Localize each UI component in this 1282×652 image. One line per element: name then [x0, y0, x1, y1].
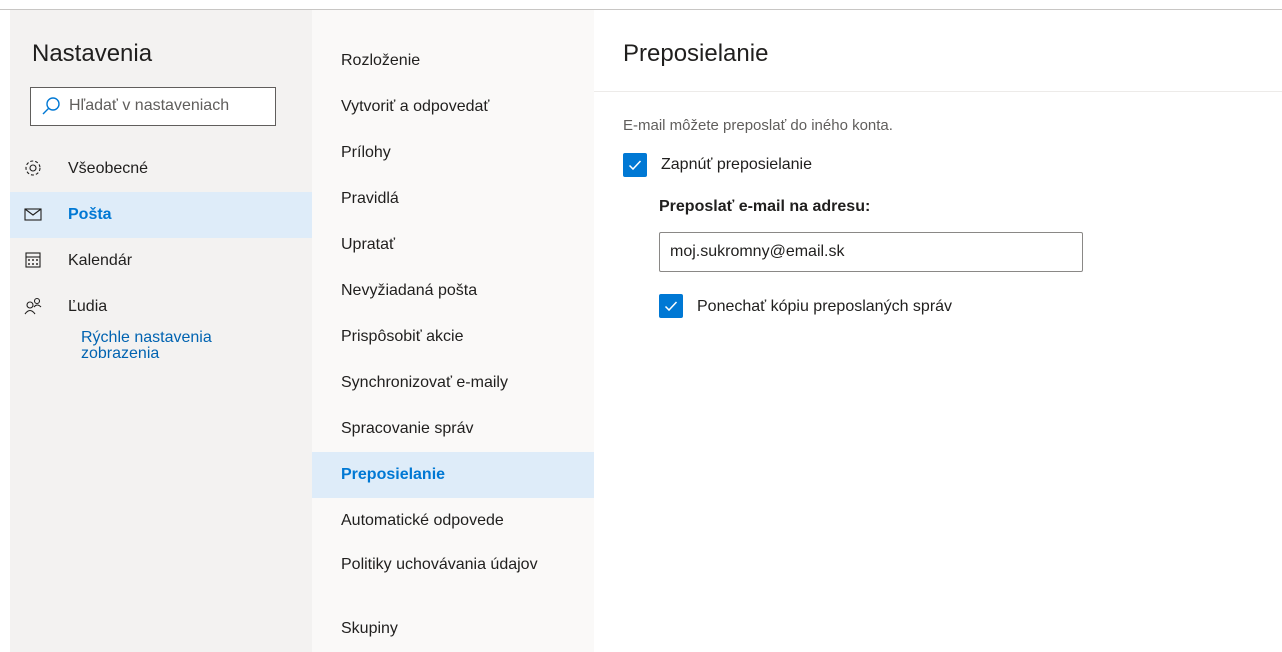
submenu-item-retention[interactable]: Politiky uchovávania údajov [312, 551, 594, 597]
settings-title: Nastavenia [32, 40, 153, 67]
submenu-item-junk[interactable]: Nevyžiadaná pošta [312, 268, 594, 314]
submenu-item-rules[interactable]: Pravidlá [312, 176, 594, 222]
submenu-item-label: Prílohy [341, 144, 391, 161]
submenu-item-label: Upratať [341, 236, 396, 253]
checkmark-icon [628, 160, 642, 171]
checkmark-icon [664, 301, 678, 312]
mail-icon [24, 208, 42, 221]
sidebar-item-mail[interactable]: Pošta [10, 192, 312, 238]
submenu-item-label: Vytvoriť a odpovedať [341, 98, 490, 115]
quick-settings-link[interactable]: Rýchle nastavenia zobrazenia [81, 330, 281, 362]
mail-settings-submenu: Rozloženie Vytvoriť a odpovedať Prílohy … [312, 10, 594, 652]
submenu-item-layout[interactable]: Rozloženie [312, 38, 594, 84]
gear-icon [25, 160, 41, 176]
submenu-item-label: Spracovanie správ [341, 420, 474, 437]
forward-to-label: Preposlať e-mail na adresu: [659, 198, 871, 215]
submenu-item-label: Politiky uchovávania údajov [341, 556, 538, 573]
forward-address-input[interactable] [659, 232, 1083, 272]
submenu-item-label: Pravidlá [341, 190, 399, 207]
submenu-item-sync[interactable]: Synchronizovať e-maily [312, 360, 594, 406]
submenu-item-message-handling[interactable]: Spracovanie správ [312, 406, 594, 452]
keep-copy-label[interactable]: Ponechať kópiu preposlaných správ [697, 298, 952, 316]
forwarding-description: E-mail môžete preposlať do iného konta. [623, 117, 893, 134]
submenu-item-groups[interactable]: Skupiny [312, 606, 594, 652]
settings-search-box[interactable]: Hľadať v nastaveniach [30, 87, 276, 126]
sidebar-item-general[interactable]: Všeobecné [10, 146, 312, 192]
submenu-item-label: Preposielanie [341, 466, 446, 483]
submenu-item-auto-replies[interactable]: Automatické odpovede [312, 498, 594, 544]
enable-forwarding-label[interactable]: Zapnúť preposielanie [661, 156, 812, 174]
submenu-item-attachments[interactable]: Prílohy [312, 130, 594, 176]
submenu-item-compose[interactable]: Vytvoriť a odpovedať [312, 84, 594, 130]
submenu-item-label: Synchronizovať e-maily [341, 374, 508, 391]
calendar-icon [25, 252, 41, 268]
sidebar-item-label: Ľudia [68, 298, 108, 315]
people-icon [24, 297, 42, 315]
title-divider [594, 91, 1282, 92]
submenu-item-forwarding[interactable]: Preposielanie [312, 452, 594, 498]
sidebar-item-label: Kalendár [68, 252, 133, 269]
submenu-item-label: Automatické odpovede [341, 512, 504, 529]
submenu-item-label: Prispôsobiť akcie [341, 328, 464, 345]
sidebar-item-calendar[interactable]: Kalendár [10, 238, 312, 284]
enable-forwarding-checkbox[interactable] [623, 153, 647, 177]
keep-copy-checkbox[interactable] [659, 294, 683, 318]
search-icon [42, 97, 60, 115]
page-title: Preposielanie [623, 40, 769, 67]
submenu-item-label: Rozloženie [341, 52, 421, 69]
submenu-item-label: Skupiny [341, 620, 398, 637]
submenu-item-customize-actions[interactable]: Prispôsobiť akcie [312, 314, 594, 360]
submenu-item-sweep[interactable]: Upratať [312, 222, 594, 268]
sidebar-item-people[interactable]: Ľudia [10, 284, 312, 330]
submenu-item-label: Nevyžiadaná pošta [341, 282, 478, 299]
search-input[interactable]: Hľadať v nastaveniach [69, 97, 229, 115]
sidebar-item-label: Pošta [68, 206, 112, 223]
sidebar-item-label: Všeobecné [68, 160, 149, 177]
